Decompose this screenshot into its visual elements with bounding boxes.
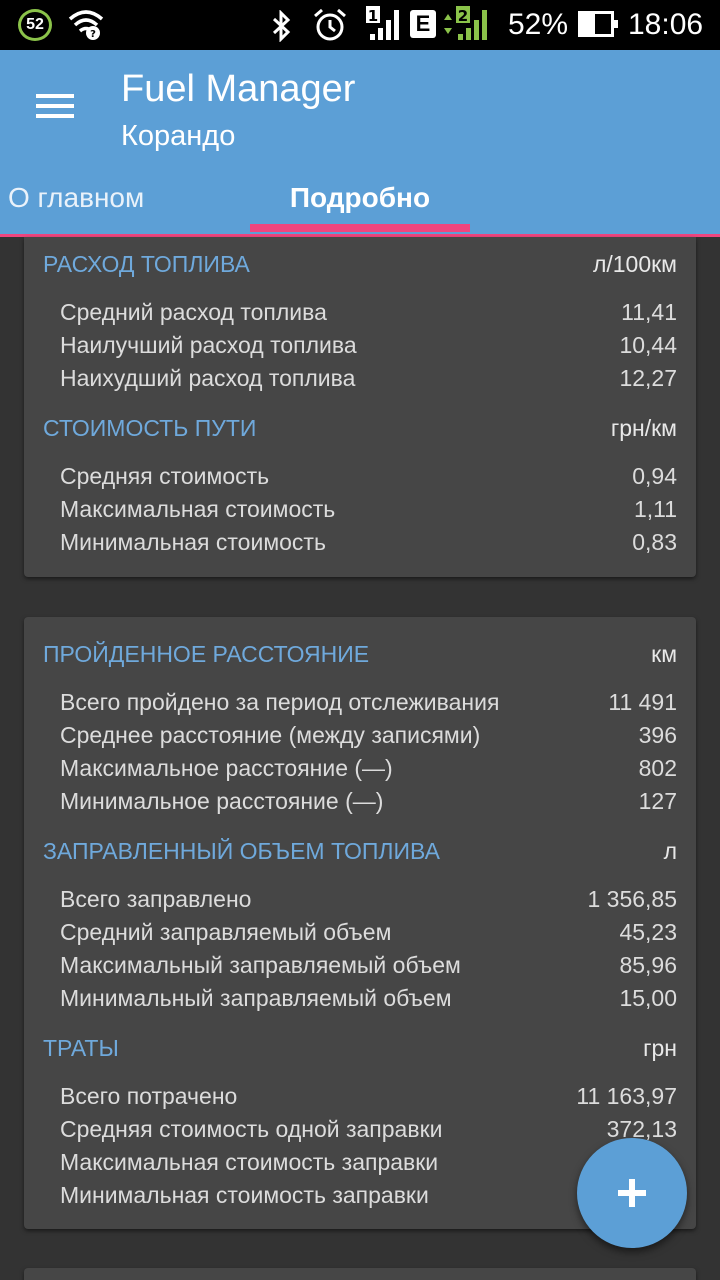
stat-label: Среднее расстояние (между записями) (60, 722, 481, 748)
signal2-label: 2 (458, 7, 468, 25)
stat-value: 10,44 (619, 332, 677, 358)
notification-badge: 52 (18, 9, 52, 41)
stat-label: Всего заправлено (60, 886, 252, 912)
stat-row: Средний расход топлива 11,41 (60, 299, 677, 332)
section-title: РАСХОД ТОПЛИВА (43, 251, 250, 277)
stat-row: Наилучший расход топлива 10,44 (60, 332, 677, 365)
stats-card-consumption: РАСХОД ТОПЛИВА л/100км Средний расход то… (24, 237, 696, 577)
status-bar: 52 ? 1 E 2 52% 18:06 (0, 0, 720, 50)
stat-value: 15,00 (619, 985, 677, 1011)
stat-row: Наихудший расход топлива 12,27 (60, 365, 677, 398)
stat-value: 45,23 (619, 919, 677, 945)
alarm-icon (314, 8, 346, 41)
stat-label: Минимальное расстояние (—) (60, 788, 384, 814)
section-unit: грн/км (610, 415, 677, 441)
stat-row: Средний заправляемый объем 45,23 (60, 919, 677, 952)
stat-row: Всего потрачено 11 163,97 (60, 1083, 677, 1116)
stats-card-next (24, 1268, 696, 1280)
stat-value: 396 (638, 722, 677, 748)
stat-label: Всего пройдено за период отслеживания (60, 689, 500, 715)
stat-label: Наилучший расход топлива (60, 332, 357, 358)
stat-row: Средняя стоимость одной заправки 372,13 (60, 1116, 677, 1149)
section-unit: л (663, 838, 677, 864)
stat-label: Максимальная стоимость заправки (60, 1149, 439, 1175)
wifi-question-icon: ? (68, 10, 104, 40)
stat-label: Максимальная стоимость (60, 496, 336, 522)
stat-label: Средний заправляемый объем (60, 919, 392, 945)
stat-value: 11 163,97 (576, 1083, 677, 1109)
stat-row: Максимальный заправляемый объем 85,96 (60, 952, 677, 985)
menu-icon[interactable] (26, 86, 86, 126)
stat-value: 0,94 (632, 463, 677, 489)
svg-text:?: ? (90, 29, 96, 40)
section-header: ПРОЙДЕННОЕ РАССТОЯНИЕ км (43, 641, 677, 677)
battery-percent: 52% (508, 8, 569, 41)
section-title: ЗАПРАВЛЕННЫЙ ОБЪЕМ ТОПЛИВА (43, 838, 440, 864)
stat-value: 127 (638, 788, 677, 814)
stat-label: Наихудший расход топлива (60, 365, 356, 391)
stat-row: Всего заправлено 1 356,85 (60, 886, 677, 919)
stat-label: Всего потрачено (60, 1083, 238, 1109)
stat-label: Средняя стоимость (60, 463, 270, 489)
bluetooth-icon (272, 10, 291, 42)
app-title: Fuel Manager (121, 68, 356, 110)
signal-icon: 1 (366, 6, 399, 40)
stat-value: 802 (638, 755, 677, 781)
section-header: СТОИМОСТЬ ПУТИ грн/км (43, 415, 677, 451)
stat-label: Минимальная стоимость заправки (60, 1182, 429, 1208)
section-title: ПРОЙДЕННОЕ РАССТОЯНИЕ (43, 641, 370, 667)
tab-overview[interactable]: О главном (8, 182, 144, 234)
stat-value: 1,11 (633, 496, 677, 522)
stat-row: Максимальное расстояние (—) 802 (60, 755, 677, 788)
stats-card-distance: ПРОЙДЕННОЕ РАССТОЯНИЕ км Всего пройдено … (24, 617, 696, 1229)
stat-row: Минимальный заправляемый объем 15,00 (60, 985, 677, 1018)
stat-row: Минимальное расстояние (—) 127 (60, 788, 677, 821)
section-title: СТОИМОСТЬ ПУТИ (43, 415, 257, 441)
section-unit: грн (643, 1035, 677, 1061)
section-header: РАСХОД ТОПЛИВА л/100км (43, 251, 677, 287)
stat-label: Максимальное расстояние (—) (60, 755, 393, 781)
battery-icon (578, 11, 618, 37)
section-unit: л/100км (592, 251, 677, 277)
stat-value: 1 356,85 (587, 886, 677, 912)
stat-value: 85,96 (619, 952, 677, 978)
stat-row: Среднее расстояние (между записями) 396 (60, 722, 677, 755)
tab-indicator (250, 224, 470, 232)
stat-value: 12,27 (619, 365, 677, 391)
add-entry-button[interactable] (577, 1138, 687, 1248)
section-unit: км (651, 641, 677, 667)
stat-label: Средняя стоимость одной заправки (60, 1116, 443, 1142)
stat-label: Средний расход топлива (60, 299, 327, 325)
stat-label: Минимальная стоимость (60, 529, 326, 555)
signal1-label: 1 (368, 7, 378, 25)
stat-row: Минимальная стоимость 0,83 (60, 529, 677, 562)
section-header: ЗАПРАВЛЕННЫЙ ОБЪЕМ ТОПЛИВА л (43, 838, 677, 874)
app-bar: Fuel Manager Корандо О главном Подробно (0, 50, 720, 234)
network-type: E (410, 10, 436, 38)
clock: 18:06 (628, 8, 704, 41)
vehicle-name: Корандо (121, 120, 236, 152)
stat-label: Минимальный заправляемый объем (60, 985, 452, 1011)
stat-row: Всего пройдено за период отслеживания 11… (60, 689, 677, 722)
section-header: ТРАТЫ грн (43, 1035, 677, 1071)
stat-value: 11,41 (621, 299, 677, 325)
stat-value: 11 491 (608, 689, 677, 715)
stat-label: Максимальный заправляемый объем (60, 952, 461, 978)
stat-row: Средняя стоимость 0,94 (60, 463, 677, 496)
stat-value: 0,83 (632, 529, 677, 555)
section-title: ТРАТЫ (43, 1035, 119, 1061)
stat-row: Максимальная стоимость 1,11 (60, 496, 677, 529)
signal-icon: 2 (444, 6, 487, 40)
